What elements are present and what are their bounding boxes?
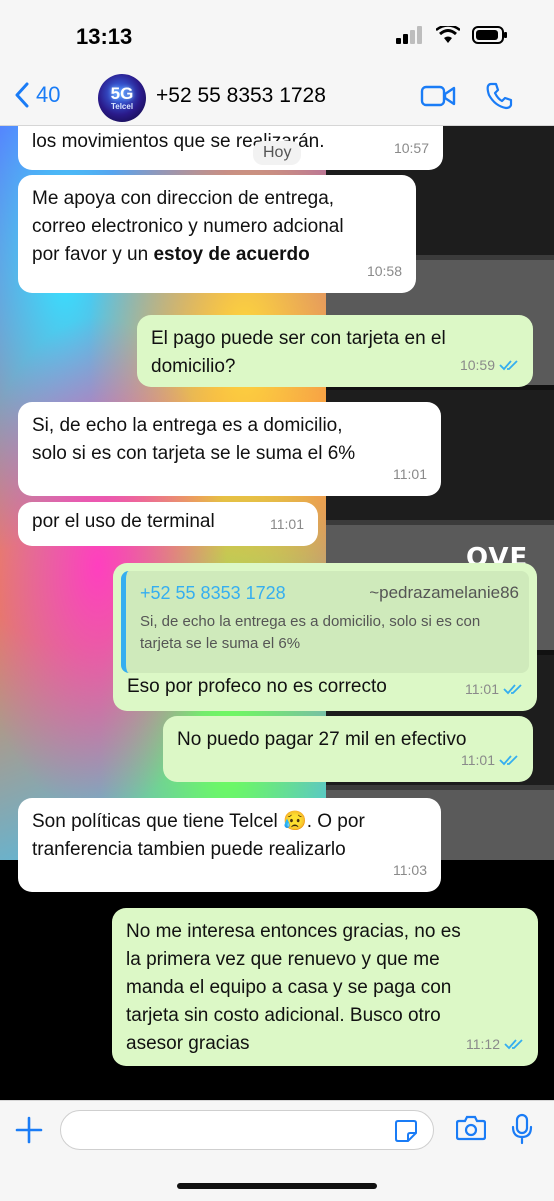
- status-icons: [396, 26, 508, 44]
- quoted-username: ~pedrazamelanie86: [369, 583, 519, 602]
- message-incoming[interactable]: por el uso de terminal 11:01: [18, 502, 318, 546]
- home-indicator: [177, 1183, 377, 1189]
- message-text: Son políticas que tiene Telcel 😥. O por …: [32, 811, 365, 860]
- read-ticks-icon: [504, 1039, 523, 1050]
- microphone-icon[interactable]: [510, 1113, 534, 1145]
- message-incoming[interactable]: Si, de echo la entrega es a domicilio, s…: [18, 402, 441, 496]
- wifi-icon: [436, 26, 460, 43]
- message-text: Si, de echo la entrega es a domicilio, s…: [32, 415, 356, 464]
- top-bar: 13:13 40 5G Telcel +52 55 8353 1728: [0, 0, 554, 126]
- message-time: 10:58: [366, 263, 402, 279]
- message-input[interactable]: [60, 1110, 434, 1150]
- message-text-bold: estoy de acuerdo: [153, 244, 310, 265]
- back-count: 40: [36, 82, 61, 107]
- message-time: 11:12: [466, 1036, 500, 1052]
- message-time: 11:01: [465, 681, 499, 697]
- signal-icon: [396, 26, 422, 44]
- message-time: 10:57: [393, 140, 429, 156]
- message-outgoing[interactable]: No puedo pagar 27 mil en efectivo 11:01: [163, 716, 533, 782]
- message-text: por el uso de terminal: [32, 511, 215, 532]
- message-incoming[interactable]: Son políticas que tiene Telcel 😥. O por …: [18, 798, 441, 892]
- message-meta: 11:01: [465, 675, 523, 703]
- phone-call-icon[interactable]: [485, 82, 513, 110]
- message-time: 11:03: [393, 862, 427, 878]
- message-meta: 11:01: [461, 746, 519, 774]
- avatar-label: 5G: [110, 84, 134, 103]
- video-call-icon[interactable]: [420, 84, 456, 108]
- quoted-message[interactable]: +52 55 8353 1728 ~pedrazamelanie86 Si, d…: [121, 571, 529, 673]
- message-time: 11:01: [270, 516, 304, 532]
- message-time: 11:01: [393, 466, 427, 482]
- battery-icon: [472, 26, 507, 44]
- message-text: No me interesa entonces gracias, no es l…: [126, 921, 461, 1054]
- read-ticks-icon: [503, 684, 522, 695]
- avatar-sublabel: Telcel: [110, 102, 134, 111]
- status-time: 13:13: [76, 24, 133, 49]
- camera-icon[interactable]: [456, 1115, 486, 1141]
- message-meta: 11:12: [466, 1030, 524, 1058]
- plus-icon[interactable]: [14, 1115, 44, 1145]
- message-text: No puedo pagar 27 mil en efectivo: [177, 729, 467, 750]
- read-ticks-icon: [499, 755, 518, 766]
- message-text: Me apoya con direccion de entrega, corre…: [32, 185, 344, 269]
- message-outgoing-reply[interactable]: +52 55 8353 1728 ~pedrazamelanie86 Si, d…: [113, 563, 537, 711]
- message-text: Eso por profeco no es correcto: [127, 676, 387, 697]
- message-incoming[interactable]: Me apoya con direccion de entrega, corre…: [18, 175, 416, 293]
- back-button[interactable]: 40: [14, 82, 60, 108]
- quoted-text: Si, de echo la entrega es a domicilio, s…: [140, 613, 481, 652]
- message-meta: 10:59: [460, 351, 519, 379]
- read-ticks-icon: [499, 360, 518, 371]
- contact-name[interactable]: +52 55 8353 1728: [156, 84, 326, 108]
- avatar[interactable]: 5G Telcel: [98, 74, 146, 122]
- chevron-left-icon: [15, 82, 29, 108]
- sticker-icon[interactable]: [394, 1119, 418, 1143]
- date-chip: Hoy: [253, 141, 302, 165]
- message-outgoing[interactable]: No me interesa entonces gracias, no es l…: [112, 908, 538, 1066]
- message-time: 10:59: [459, 357, 495, 373]
- message-outgoing[interactable]: El pago puede ser con tarjeta en el domi…: [137, 315, 533, 387]
- quoted-sender: +52 55 8353 1728: [140, 583, 286, 603]
- message-text: El pago puede ser con tarjeta en el domi…: [151, 328, 446, 377]
- message-time: 11:01: [461, 752, 495, 768]
